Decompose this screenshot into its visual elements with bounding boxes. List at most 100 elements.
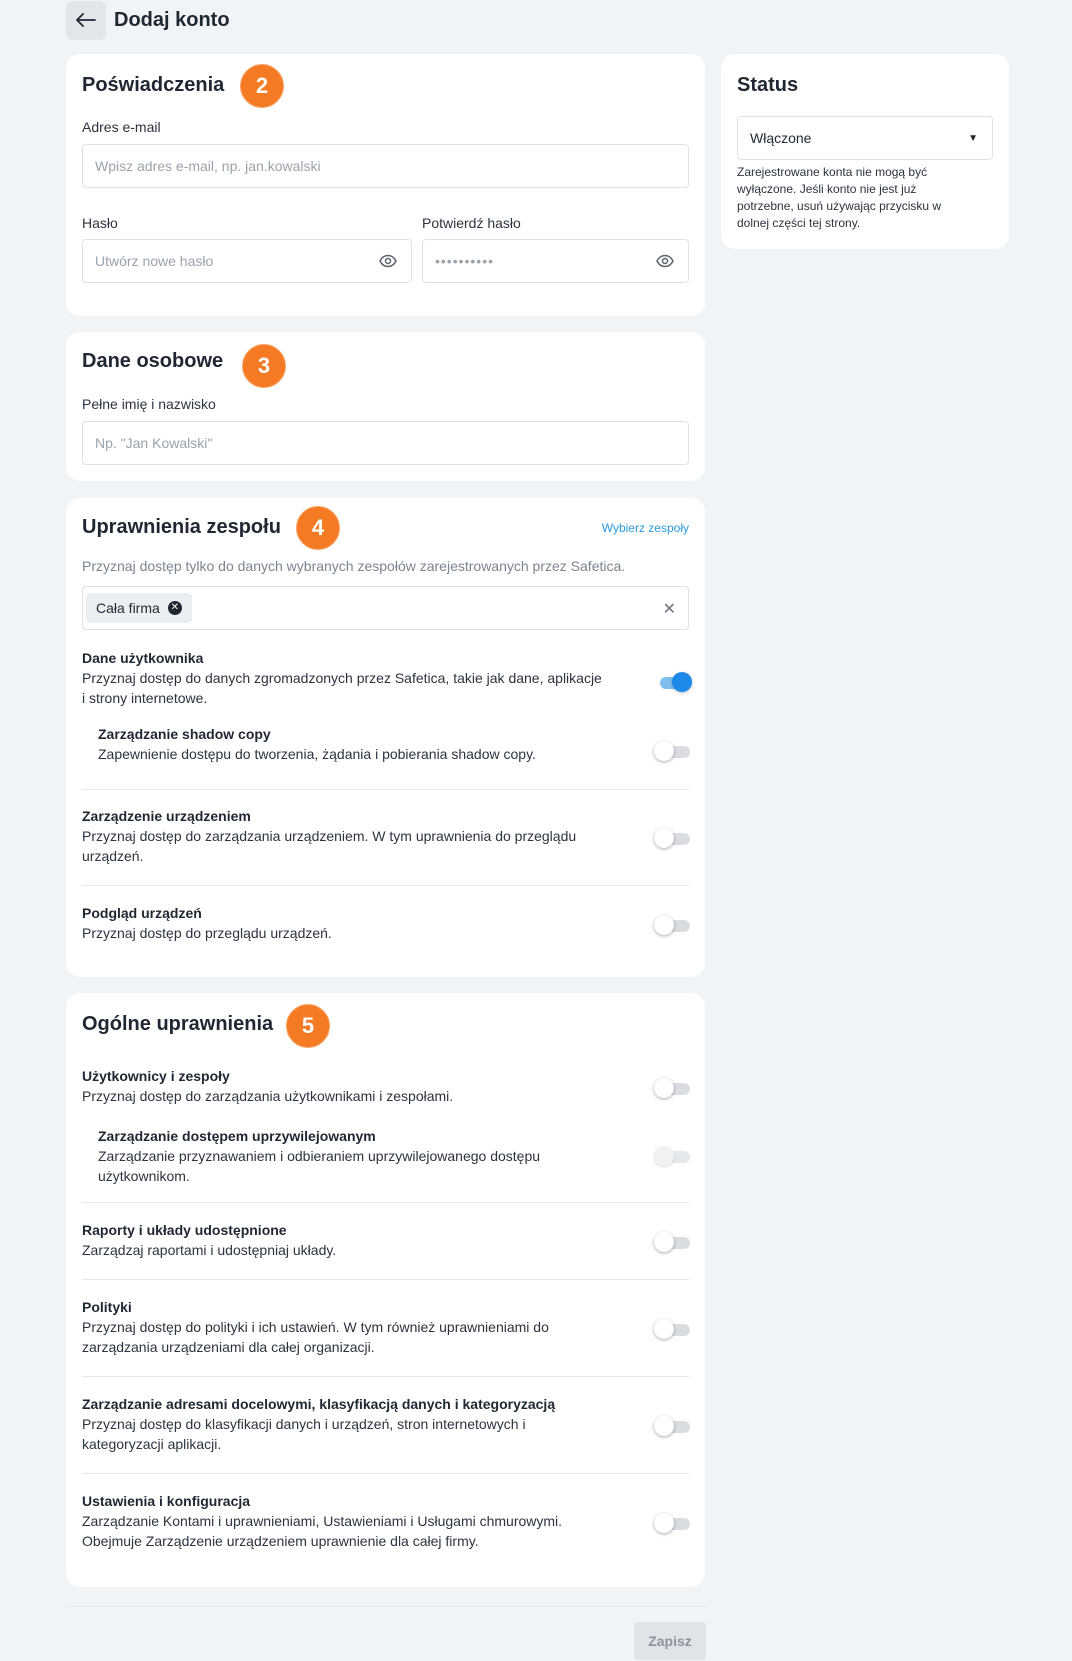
personal-title: Dane osobowe bbox=[82, 350, 224, 372]
reports-toggle[interactable] bbox=[654, 1231, 690, 1253]
perm-title: Użytkownicy i zespoły bbox=[82, 1068, 230, 1084]
divider bbox=[82, 1376, 689, 1377]
back-button[interactable] bbox=[66, 0, 106, 40]
perm-item: Raporty i układy udostępnione Zarządzaj … bbox=[82, 1220, 642, 1260]
users-teams-toggle[interactable] bbox=[654, 1077, 690, 1099]
page-title: Dodaj konto bbox=[114, 8, 230, 31]
shadow-copy-toggle[interactable] bbox=[654, 740, 690, 762]
status-help-line: dolnej części tej strony. bbox=[737, 216, 861, 230]
team-permissions-card: Uprawnienia zespołu 4 Wybierz zespoły Pr… bbox=[66, 498, 705, 977]
caret-down-icon: ▼ bbox=[968, 133, 978, 144]
perm-desc: Przyznaj dostęp do przeglądu urządzeń. bbox=[82, 925, 332, 941]
perm-desc: Obejmuje Zarządzenie urządzeniem uprawni… bbox=[82, 1533, 479, 1549]
perm-item: Zarządzanie adresami docelowymi, klasyfi… bbox=[82, 1394, 642, 1454]
perm-item: Zarządzenie urządzeniem Przyznaj dostęp … bbox=[82, 806, 642, 866]
perm-item: Zarządzanie dostępem uprzywilejowanym Za… bbox=[98, 1126, 638, 1186]
full-name-field[interactable]: Np. "Jan Kowalski" bbox=[82, 421, 689, 465]
perm-title: Zarządzenie urządzeniem bbox=[82, 808, 251, 824]
perm-desc: Zarządzaj raportami i udostępniaj układy… bbox=[82, 1242, 337, 1258]
remove-chip-icon[interactable]: ✕ bbox=[167, 601, 182, 615]
perm-desc: urządzeń. bbox=[82, 848, 144, 864]
step-badge: 5 bbox=[284, 1002, 332, 1050]
credentials-card: Poświadczenia 2 Adres e-mail Wpisz adres… bbox=[66, 54, 705, 316]
perm-title: Zarządzanie shadow copy bbox=[98, 726, 271, 742]
footer-divider bbox=[66, 1606, 706, 1607]
perm-title: Zarządzanie adresami docelowymi, klasyfi… bbox=[82, 1396, 556, 1412]
password-placeholder: Utwórz nowe hasło bbox=[95, 253, 214, 269]
destinations-toggle[interactable] bbox=[654, 1415, 690, 1437]
password-label: Hasło bbox=[82, 215, 118, 231]
device-management-toggle[interactable] bbox=[654, 827, 690, 849]
step-badge: 4 bbox=[294, 504, 342, 552]
status-selected: Włączone bbox=[750, 130, 812, 146]
email-field[interactable]: Wpisz adres e-mail, np. jan.kowalski bbox=[82, 144, 689, 188]
page-header: Dodaj konto bbox=[66, 0, 230, 40]
team-chip: Cała firma ✕ bbox=[86, 593, 192, 623]
perm-desc: Przyznaj dostęp do klasyfikacji danych i… bbox=[82, 1416, 526, 1432]
team-permissions-subtitle: Przyznaj dostęp tylko do danych wybranyc… bbox=[82, 558, 626, 574]
confirm-password-field[interactable]: •••••••••• bbox=[422, 239, 689, 283]
clear-icon[interactable]: ✕ bbox=[663, 599, 676, 619]
perm-desc: Przyznaj dostęp do zarządzania użytkowni… bbox=[82, 1088, 454, 1104]
perm-desc: Przyznaj dostęp do zarządzania urządzeni… bbox=[82, 828, 577, 844]
perm-desc: Zarządzanie przyznawaniem i odbieraniem … bbox=[98, 1148, 541, 1164]
status-help-line: wyłączone. Jeśli konto nie jest już bbox=[737, 182, 917, 196]
perm-desc: Przyznaj dostęp do danych zgromadzonych … bbox=[82, 670, 602, 686]
confirm-password-label: Potwierdź hasło bbox=[422, 215, 521, 231]
perm-desc: zarządzania urządzeniami dla całej organ… bbox=[82, 1339, 375, 1355]
divider bbox=[82, 789, 689, 790]
divider bbox=[82, 1202, 689, 1203]
policies-toggle[interactable] bbox=[654, 1318, 690, 1340]
perm-desc: Zapewnienie dostępu do tworzenia, żądani… bbox=[98, 746, 536, 762]
status-select[interactable]: Włączone ▼ bbox=[737, 116, 993, 160]
general-permissions-card: Ogólne uprawnienia 5 Użytkownicy i zespo… bbox=[66, 993, 705, 1587]
personal-data-card: Dane osobowe 3 Pełne imię i nazwisko Np.… bbox=[66, 332, 705, 481]
status-help: Zarejestrowane konta nie mogą być wyłącz… bbox=[737, 164, 993, 232]
perm-title: Zarządzanie dostępem uprzywilejowanym bbox=[98, 1128, 376, 1144]
status-title: Status bbox=[737, 74, 799, 96]
status-help-line: Zarejestrowane konta nie mogą być bbox=[737, 165, 928, 179]
eye-icon[interactable] bbox=[656, 254, 674, 268]
arrow-left-icon bbox=[76, 13, 96, 27]
perm-item: Podgląd urządzeń Przyznaj dostęp do prze… bbox=[82, 903, 642, 943]
perm-item: Dane użytkownika Przyznaj dostęp do dany… bbox=[82, 648, 642, 708]
general-permissions-title: Ogólne uprawnienia bbox=[82, 1013, 274, 1035]
status-help-line: potrzebne, usuń używając przycisku w bbox=[737, 199, 942, 213]
eye-icon[interactable] bbox=[379, 254, 397, 268]
team-permissions-title: Uprawnienia zespołu bbox=[82, 516, 281, 538]
perm-desc: kategoryzacji aplikacji. bbox=[82, 1436, 222, 1452]
divider bbox=[82, 885, 689, 886]
email-label: Adres e-mail bbox=[82, 119, 161, 135]
perm-title: Ustawienia i konfiguracja bbox=[82, 1493, 251, 1509]
perm-item: Użytkownicy i zespoły Przyznaj dostęp do… bbox=[82, 1066, 642, 1106]
perm-desc: i strony internetowe. bbox=[82, 690, 208, 706]
select-teams-link[interactable]: Wybierz zespoły bbox=[602, 521, 689, 535]
perm-item: Zarządzanie shadow copy Zapewnienie dost… bbox=[98, 724, 638, 764]
perm-title: Dane użytkownika bbox=[82, 650, 204, 666]
divider bbox=[82, 1279, 689, 1280]
user-data-toggle[interactable] bbox=[656, 671, 692, 693]
perm-title: Polityki bbox=[82, 1299, 132, 1315]
step-badge: 2 bbox=[238, 62, 286, 110]
perm-desc: Zarządzanie Kontami i uprawnieniami, Ust… bbox=[82, 1513, 563, 1529]
perm-title: Raporty i układy udostępnione bbox=[82, 1222, 287, 1238]
perm-item: Polityki Przyznaj dostęp do polityki i i… bbox=[82, 1297, 642, 1357]
credentials-title: Poświadczenia bbox=[82, 74, 225, 96]
divider bbox=[82, 1473, 689, 1474]
status-card: Status Włączone ▼ Zarejestrowane konta n… bbox=[721, 54, 1009, 249]
confirm-password-value: •••••••••• bbox=[435, 253, 495, 269]
device-preview-toggle[interactable] bbox=[654, 914, 690, 936]
full-name-label: Pełne imię i nazwisko bbox=[82, 396, 216, 412]
password-field[interactable]: Utwórz nowe hasło bbox=[82, 239, 412, 283]
perm-title: Podgląd urządzeń bbox=[82, 905, 202, 921]
settings-config-toggle[interactable] bbox=[654, 1512, 690, 1534]
step-badge: 3 bbox=[240, 342, 288, 390]
full-name-placeholder: Np. "Jan Kowalski" bbox=[95, 435, 213, 451]
email-placeholder: Wpisz adres e-mail, np. jan.kowalski bbox=[95, 158, 321, 174]
privileged-access-toggle[interactable] bbox=[654, 1145, 690, 1167]
perm-desc: Przyznaj dostęp do polityki i ich ustawi… bbox=[82, 1319, 549, 1335]
perm-desc: użytkownikom. bbox=[98, 1168, 190, 1184]
team-chip-label: Cała firma bbox=[96, 600, 160, 616]
save-button[interactable]: Zapisz bbox=[634, 1622, 706, 1660]
perm-item: Ustawienia i konfiguracja Zarządzanie Ko… bbox=[82, 1491, 642, 1551]
